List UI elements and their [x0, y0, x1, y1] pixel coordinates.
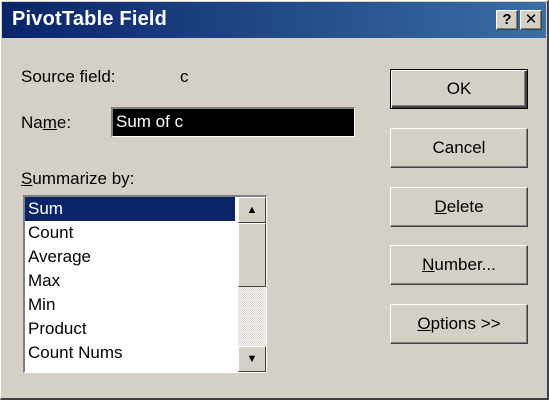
- list-scrollbar[interactable]: ▲ ▼: [238, 197, 266, 372]
- close-icon: ✕: [524, 11, 538, 28]
- number-button[interactable]: Number...: [390, 245, 528, 285]
- source-field-label: Source field:: [21, 67, 116, 86]
- list-item-sum[interactable]: Sum: [25, 197, 235, 221]
- source-field-value: c: [180, 67, 189, 86]
- summarize-by-label: Summarize by:: [21, 169, 135, 188]
- scroll-up-button[interactable]: ▲: [238, 197, 266, 223]
- scroll-down-button[interactable]: ▼: [238, 346, 266, 372]
- arrow-down-icon: ▼: [246, 353, 258, 365]
- ok-button[interactable]: OK: [390, 69, 528, 109]
- list-item-count-nums[interactable]: Count Nums: [25, 341, 235, 365]
- cancel-button[interactable]: Cancel: [390, 128, 528, 168]
- pivottable-field-dialog: PivotTable Field ? ✕ Source field: c Nam…: [0, 0, 549, 400]
- list-item-min[interactable]: Min: [25, 293, 235, 317]
- name-input[interactable]: Sum of c: [111, 107, 355, 137]
- name-label: Name:: [21, 113, 72, 132]
- summarize-listbox[interactable]: Sum Count Average Max Min Product Count …: [23, 195, 267, 373]
- list-item-max[interactable]: Max: [25, 269, 235, 293]
- list-item-count[interactable]: Count: [25, 221, 235, 245]
- delete-button[interactable]: Delete: [390, 187, 528, 227]
- options-button[interactable]: Options >>: [390, 304, 528, 344]
- dialog-title: PivotTable Field: [12, 8, 168, 30]
- summarize-list: Sum Count Average Max Min Product Count …: [25, 197, 235, 365]
- list-item-average[interactable]: Average: [25, 245, 235, 269]
- help-button[interactable]: ?: [496, 10, 518, 30]
- list-item-product[interactable]: Product: [25, 317, 235, 341]
- scroll-thumb[interactable]: [238, 223, 266, 287]
- close-button[interactable]: ✕: [520, 10, 542, 30]
- arrow-up-icon: ▲: [246, 204, 258, 216]
- title-bar[interactable]: PivotTable Field ? ✕: [2, 2, 546, 38]
